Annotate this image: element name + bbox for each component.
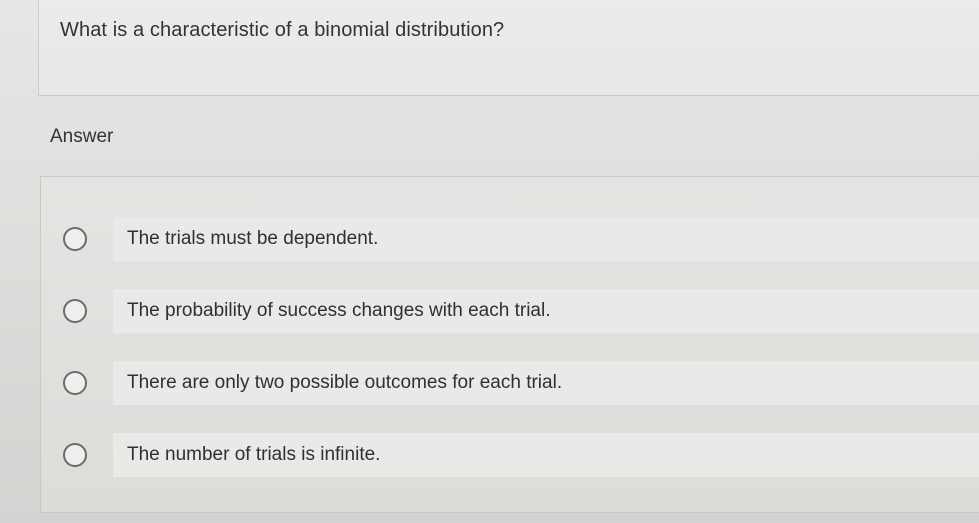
radio-button[interactable] xyxy=(63,299,87,323)
answer-option[interactable]: There are only two possible outcomes for… xyxy=(41,355,979,411)
radio-button[interactable] xyxy=(63,443,87,467)
answer-label: Answer xyxy=(50,126,114,147)
answer-option-text: The probability of success changes with … xyxy=(127,300,551,321)
answer-option[interactable]: The number of trials is infinite. xyxy=(41,427,979,483)
radio-button[interactable] xyxy=(63,371,87,395)
radio-button[interactable] xyxy=(63,227,87,251)
answer-option[interactable]: The trials must be dependent. xyxy=(41,211,979,267)
answer-option-body[interactable]: The number of trials is infinite. xyxy=(113,433,979,477)
answer-option-body[interactable]: The trials must be dependent. xyxy=(113,217,979,261)
answer-option-body[interactable]: The probability of success changes with … xyxy=(113,289,979,333)
answer-option-body[interactable]: There are only two possible outcomes for… xyxy=(113,361,979,405)
answer-option-text: The trials must be dependent. xyxy=(127,228,379,249)
answer-option-text: The number of trials is infinite. xyxy=(127,444,381,465)
answer-option[interactable]: The probability of success changes with … xyxy=(41,283,979,339)
question-box xyxy=(38,0,979,96)
question-text: What is a characteristic of a binomial d… xyxy=(60,19,505,41)
answers-panel: The trials must be dependent. The probab… xyxy=(40,176,979,513)
answer-option-text: There are only two possible outcomes for… xyxy=(127,372,563,393)
